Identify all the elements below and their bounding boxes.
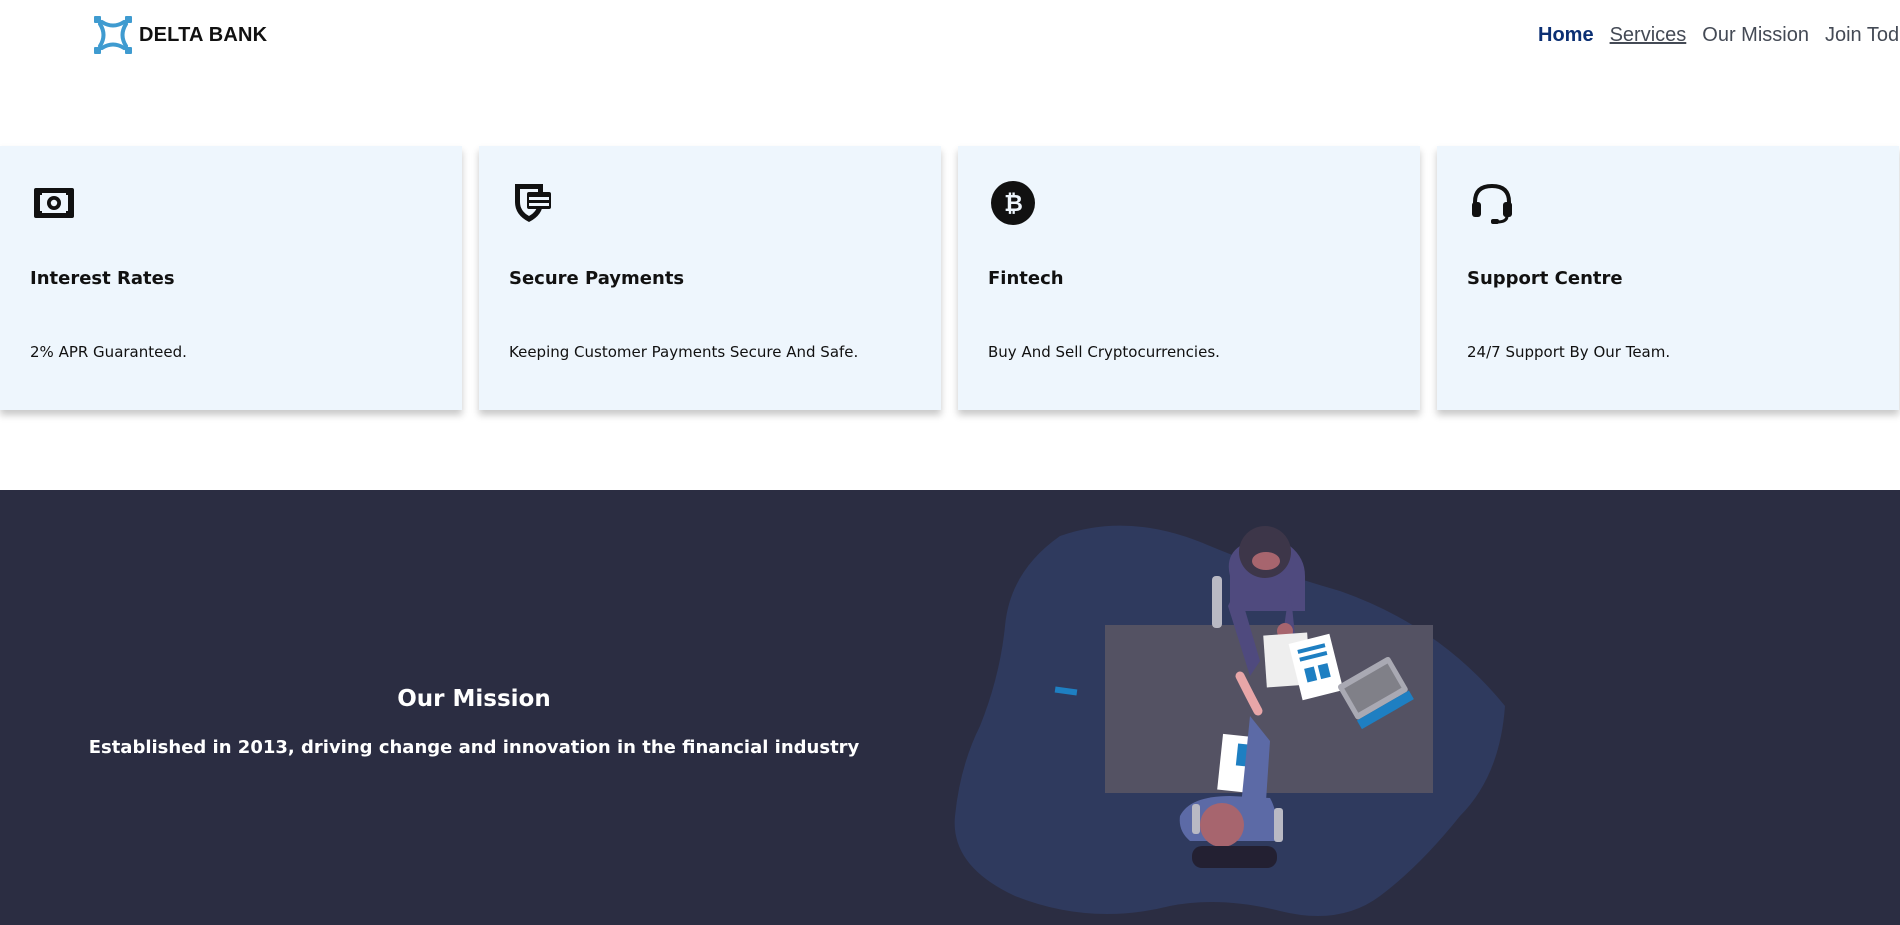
card-title: Secure Payments bbox=[509, 268, 685, 289]
brand-logo[interactable]: DELTA BANK bbox=[92, 14, 267, 56]
card-text: 24/7 Support By Our Team. bbox=[1467, 343, 1671, 361]
money-icon bbox=[34, 188, 74, 218]
site-header: DELTA BANK Home Services Our Mission Joi… bbox=[0, 0, 1900, 75]
delta-bank-logo-icon bbox=[94, 16, 132, 54]
card-title: Support Centre bbox=[1467, 268, 1623, 289]
service-card-secure-payments: Secure Payments Keeping Customer Payment… bbox=[479, 146, 941, 410]
card-title: Fintech bbox=[988, 268, 1064, 289]
nav-link-services[interactable]: Services bbox=[1610, 24, 1687, 47]
bitcoin-icon: ₿ bbox=[991, 181, 1035, 225]
services-section: Interest Rates 2% APR Guaranteed. Secure… bbox=[0, 146, 1900, 410]
mission-title: Our Mission bbox=[397, 686, 551, 712]
nav-link-home[interactable]: Home bbox=[1538, 24, 1594, 47]
service-card-support-centre: Support Centre 24/7 Support By Our Team. bbox=[1437, 146, 1899, 410]
mission-section: Our Mission Established in 2013, driving… bbox=[0, 490, 1900, 925]
card-title: Interest Rates bbox=[30, 268, 175, 289]
nav-link-our-mission[interactable]: Our Mission bbox=[1702, 24, 1809, 47]
headset-icon bbox=[1472, 183, 1512, 224]
brand-name: DELTA BANK bbox=[139, 23, 268, 46]
card-text: 2% APR Guaranteed. bbox=[30, 343, 187, 361]
handshake-illustration bbox=[954, 525, 1505, 916]
mission-subtitle: Established in 2013, driving change and … bbox=[88, 737, 860, 758]
card-text: Keeping Customer Payments Secure And Saf… bbox=[509, 343, 859, 361]
nav-link-join-today[interactable]: Join Today bbox=[1825, 24, 1900, 47]
shield-card-icon bbox=[515, 184, 551, 222]
service-card-interest-rates: Interest Rates 2% APR Guaranteed. bbox=[0, 146, 462, 410]
svg-text:₿: ₿ bbox=[1004, 191, 1023, 217]
main-nav: Home Services Our Mission Join Today bbox=[1538, 24, 1900, 47]
card-text: Buy And Sell Cryptocurrencies. bbox=[988, 343, 1220, 361]
service-card-fintech: ₿ Fintech Buy And Sell Cryptocurrencies. bbox=[958, 146, 1420, 410]
